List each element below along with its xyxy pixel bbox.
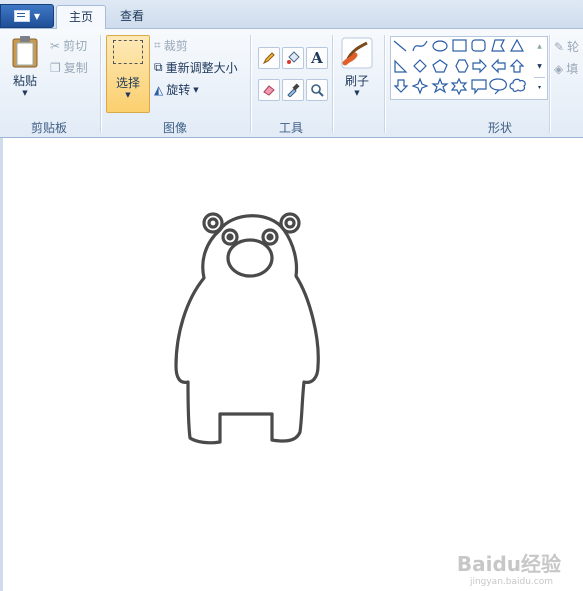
watermark-logo: Baidu经验 — [456, 552, 561, 576]
ribbon-tab-bar: ▼ 主页 查看 — [0, 0, 583, 29]
rotate-dropdown-icon: ▼ — [193, 85, 199, 94]
crop-button[interactable]: ⌗ 裁剪 — [154, 37, 188, 54]
brushes-label: 刷子 — [344, 74, 369, 88]
scissors-icon: ✂ — [50, 38, 61, 53]
outline-pen-icon: ✎ — [554, 39, 565, 54]
dropdown-arrow-icon: ▼ — [33, 11, 41, 21]
clipboard-icon — [12, 36, 38, 68]
brushes-button[interactable]: 刷子 ▼ — [338, 37, 376, 111]
right-arrow-shape-icon — [472, 58, 487, 74]
bear-left-pupil — [226, 233, 234, 241]
shape-outline-button[interactable]: ✎ 轮 — [554, 38, 579, 55]
bear-muzzle — [226, 238, 274, 278]
four-point-star-shape-icon — [411, 77, 429, 95]
oval-callout-shape-icon — [489, 78, 507, 95]
resize-label: 重新调整大小 — [165, 61, 238, 75]
select-dropdown-icon: ▼ — [125, 91, 131, 99]
five-point-star-shape-icon — [431, 77, 449, 94]
rotate-icon: ◭ — [154, 82, 164, 97]
watermark-url: jingyan.baidu.com — [469, 577, 553, 587]
group-divider — [332, 35, 333, 133]
rectangular-callout-shape-icon — [471, 79, 487, 95]
oval-shape-icon — [432, 40, 448, 52]
shapes-gallery-grid — [393, 38, 526, 96]
paste-dropdown-icon: ▼ — [22, 89, 28, 97]
up-arrow-shape-icon — [509, 59, 525, 73]
right-triangle-shape-icon — [394, 59, 408, 73]
brush-icon — [341, 37, 373, 69]
paint-menu-button[interactable]: ▼ — [0, 4, 54, 28]
magnifier-tool[interactable] — [306, 79, 328, 101]
shapes-group-label: 形状 — [487, 121, 512, 135]
line-shape-icon — [393, 40, 407, 52]
copy-label: 复制 — [63, 61, 88, 75]
bear-drawing — [174, 212, 320, 445]
select-rectangle-icon — [113, 40, 143, 64]
select-button[interactable]: 选择 ▼ — [106, 35, 150, 113]
cut-button[interactable]: ✂ 剪切 — [50, 37, 87, 54]
tab-home[interactable]: 主页 — [56, 5, 107, 29]
left-arrow-shape-icon — [491, 58, 506, 74]
tools-group-label: 工具 — [278, 121, 303, 135]
copy-button[interactable]: ❐ 复制 — [50, 59, 88, 76]
magnifier-icon — [311, 84, 324, 97]
shapes-gallery — [390, 36, 548, 100]
crop-label: 裁剪 — [163, 39, 188, 53]
crop-icon: ⌗ — [154, 38, 161, 52]
pencil-tool[interactable] — [258, 47, 280, 69]
paste-button[interactable]: 粘贴 ▼ — [6, 35, 44, 107]
eyedropper-icon — [287, 83, 300, 97]
clipboard-group-label: 剪贴板 — [30, 121, 67, 135]
bear-right-pupil — [266, 233, 274, 241]
rectangle-shape-icon — [452, 39, 467, 52]
pentagon-shape-icon — [432, 59, 448, 73]
resize-icon: ⧉ — [154, 60, 163, 74]
tab-view[interactable]: 查看 — [108, 5, 156, 28]
cut-label: 剪切 — [63, 39, 88, 53]
fill-bucket-icon: ◈ — [554, 61, 564, 76]
rotate-label: 旋转 — [166, 83, 191, 97]
bear-left-ear-inner — [207, 217, 219, 229]
diamond-shape-icon — [413, 59, 427, 73]
pencil-icon — [262, 52, 275, 65]
drawing-canvas[interactable]: Baidu经验 jingyan.baidu.com — [0, 138, 583, 591]
menu-icon — [13, 10, 30, 22]
shape-fill-label: 填 — [566, 62, 579, 76]
group-divider — [100, 35, 101, 133]
eraser-tool[interactable] — [258, 79, 280, 101]
fill-tool[interactable] — [282, 47, 304, 69]
eraser-icon — [263, 85, 275, 96]
bear-body-outline — [174, 214, 320, 445]
shapes-scroll-down[interactable]: ▼ — [534, 57, 545, 76]
group-divider — [384, 35, 385, 133]
hexagon-shape-icon — [455, 59, 469, 73]
triangle-shape-icon — [509, 38, 525, 52]
copy-icon: ❐ — [50, 60, 61, 75]
paint-bucket-icon — [287, 51, 300, 64]
cloud-callout-shape-icon — [509, 78, 526, 92]
shapes-scroll-up[interactable]: ▲ — [534, 37, 545, 56]
resize-button[interactable]: ⧉ 重新调整大小 — [154, 59, 238, 76]
paste-label: 粘贴 — [12, 74, 37, 88]
ribbon-home: 粘贴 ▼ ✂ 剪切 ❐ 复制 剪贴板 选择 ▼ ⌗ 裁剪 ⧉ 重新调整大小 ◭ … — [0, 29, 583, 138]
brushes-dropdown-icon: ▼ — [354, 89, 360, 97]
color-picker-tool[interactable] — [282, 79, 304, 101]
group-divider — [250, 35, 251, 133]
shape-fill-button[interactable]: ◈ 填 — [554, 60, 578, 77]
select-label: 选择 — [115, 76, 140, 90]
curve-shape-icon — [412, 40, 428, 52]
shape-outline-label: 轮 — [567, 40, 580, 54]
text-tool[interactable]: A — [306, 47, 328, 69]
image-group-label: 图像 — [162, 121, 187, 135]
polygon-shape-icon — [491, 39, 506, 52]
six-point-star-shape-icon — [450, 77, 468, 96]
down-arrow-shape-icon — [393, 79, 409, 93]
text-icon: A — [311, 49, 323, 67]
rotate-button[interactable]: ◭ 旋转 ▼ — [154, 81, 199, 98]
rounded-rectangle-shape-icon — [471, 39, 486, 52]
shapes-expand-button[interactable]: ▾ — [534, 77, 545, 97]
group-divider — [549, 35, 550, 133]
bear-right-ear-inner — [284, 217, 296, 229]
